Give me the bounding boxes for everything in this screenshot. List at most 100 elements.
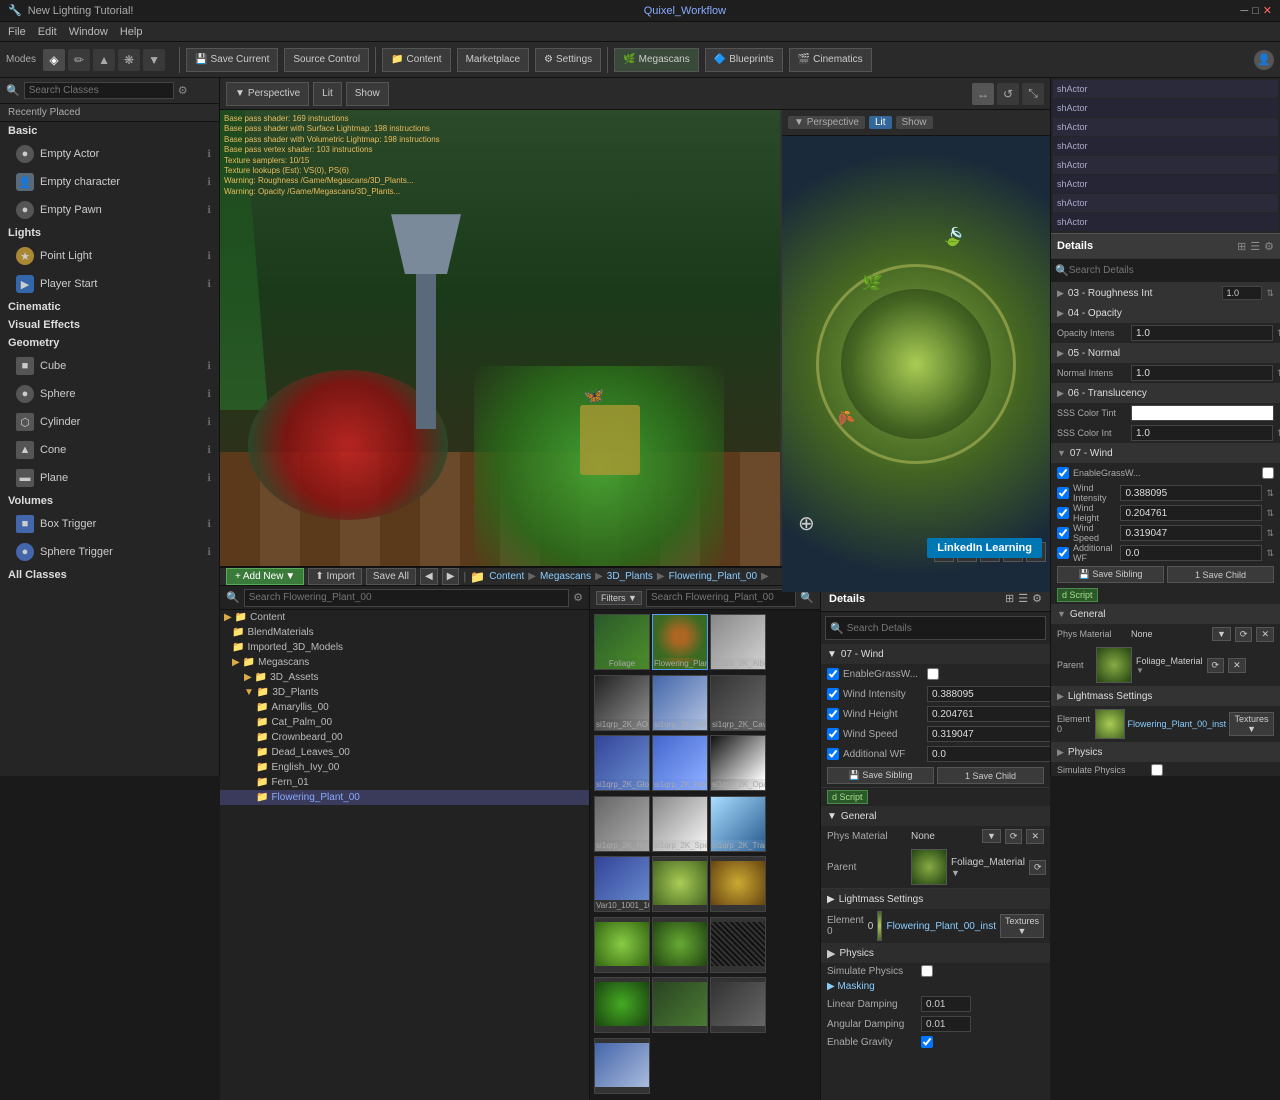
simulate-physics-cb[interactable]	[921, 965, 933, 977]
minimize-btn[interactable]: ─	[1240, 5, 1248, 17]
save-sibling-btn[interactable]: 💾 Save Sibling	[827, 767, 934, 784]
save-current-btn[interactable]: 💾 Save Current	[186, 48, 278, 72]
additional-wf-right-arrows[interactable]: ⇅	[1266, 548, 1274, 559]
physics-right-header[interactable]: ▶ Physics	[1051, 742, 1280, 762]
sss-color-int-input[interactable]	[1131, 425, 1273, 441]
path-megascans[interactable]: Megascans	[540, 571, 591, 582]
phys-material-clear-btn[interactable]: ✕	[1026, 829, 1044, 844]
cylinder-item[interactable]: ⬡ Cylinder ℹ	[0, 408, 219, 436]
all-classes-category[interactable]: All Classes	[0, 566, 219, 584]
cinematic-category[interactable]: Cinematic	[0, 298, 219, 316]
details-grid-view-icon[interactable]: ⊞	[1237, 240, 1246, 253]
sphere-item[interactable]: ● Sphere ℹ	[0, 380, 219, 408]
wind-intensity-right-input[interactable]	[1120, 485, 1262, 501]
menu-edit[interactable]: Edit	[38, 26, 57, 38]
landscape-mode-btn[interactable]: ▲	[93, 49, 115, 71]
tree-fern[interactable]: 📁 Fern_01	[220, 775, 589, 790]
marketplace-btn[interactable]: Marketplace	[457, 48, 529, 72]
enable-gravity-cb[interactable]	[921, 1036, 933, 1048]
element-type-right-btn[interactable]: Textures ▼	[1229, 712, 1274, 736]
wind-speed-input[interactable]	[927, 726, 1050, 742]
tree-content[interactable]: ▶ 📁 Content	[220, 610, 589, 625]
foliage-mode-btn[interactable]: ❋	[118, 49, 140, 71]
secondary-show-btn[interactable]: Show	[896, 116, 933, 129]
parent-browse-right-btn[interactable]: ⟳	[1207, 658, 1225, 673]
details-list-icon[interactable]: ☰	[1018, 592, 1028, 605]
outliner-actor7[interactable]: shActor	[1053, 194, 1278, 212]
scale-btn[interactable]: ⤡	[1022, 83, 1044, 105]
linear-damping-input[interactable]	[921, 996, 971, 1012]
search-settings-icon[interactable]: ⚙	[178, 84, 188, 97]
asset-cavity[interactable]: si1qrp_2K_Cavity	[710, 675, 766, 731]
asset-row2-7[interactable]	[652, 977, 708, 1033]
asset-specular[interactable]: si1qrp_2K_Specular	[652, 796, 708, 852]
tree-flowering[interactable]: 📁 Flowering_Plant_00	[220, 790, 589, 805]
asset-albedo[interactable]: si1qrp_2K_Albedo	[710, 614, 766, 670]
profile-icon[interactable]: 👤	[1254, 50, 1274, 70]
place-mode-btn[interactable]: ◈	[43, 49, 65, 71]
asset-row2-4[interactable]	[652, 917, 708, 973]
path-content[interactable]: Content	[489, 571, 524, 582]
parent-browse-btn[interactable]: ⟳	[1029, 860, 1047, 875]
asset-row2-5[interactable]	[710, 917, 766, 973]
translate-btn[interactable]: ↔	[972, 83, 994, 105]
sphere-trigger-item[interactable]: ● Sphere Trigger ℹ	[0, 538, 219, 566]
parent-clear-right-btn[interactable]: ✕	[1228, 658, 1246, 673]
asset-row2-3[interactable]	[594, 917, 650, 973]
box-trigger-item[interactable]: ■ Box Trigger ℹ	[0, 510, 219, 538]
general-section-header[interactable]: ▼ General	[821, 806, 1050, 826]
opacity-intensity-input[interactable]	[1131, 325, 1273, 341]
empty-character-item[interactable]: 👤 Empty character ℹ	[0, 168, 219, 196]
phys-browse-right-btn[interactable]: ⟳	[1235, 627, 1253, 642]
details-grid-icon[interactable]: ⊞	[1005, 592, 1014, 605]
perspective-dropdown[interactable]: ▼ Perspective	[226, 82, 309, 106]
show-btn[interactable]: Show	[346, 82, 389, 106]
script-badge-right[interactable]: d Script	[1057, 588, 1098, 602]
enable-grasswind-right-cb2[interactable]	[1262, 467, 1274, 479]
blueprints-btn[interactable]: 🔷 Blueprints	[705, 48, 783, 72]
volumes-category[interactable]: Volumes	[0, 492, 219, 510]
asset-ao[interactable]: si1qrp_2K_AO	[594, 675, 650, 731]
wind-intensity-cb[interactable]	[827, 688, 839, 700]
path-3dplants[interactable]: 3D_Plants	[607, 571, 653, 582]
additional-wf-right-input[interactable]	[1120, 545, 1262, 561]
geometry-category[interactable]: Geometry	[0, 334, 219, 352]
wind-intensity-input[interactable]	[927, 686, 1050, 702]
wind-height-right-arrows[interactable]: ⇅	[1266, 508, 1274, 519]
opacity-section-header[interactable]: ▶ 04 - Opacity	[1051, 303, 1280, 323]
wind-speed-right-input[interactable]	[1120, 525, 1262, 541]
player-start-item[interactable]: ▶ Player Start ℹ	[0, 270, 219, 298]
asset-opacity[interactable]: si1qrp_2K_Opacity	[710, 735, 766, 791]
outliner-actor6[interactable]: shActor	[1053, 175, 1278, 193]
empty-actor-item[interactable]: ● Empty Actor ℹ	[0, 140, 219, 168]
tree-megascans[interactable]: ▶ 📁 Megascans	[220, 655, 589, 670]
roughness-arrows-icon[interactable]: ⇅	[1266, 288, 1274, 299]
search-classes-input[interactable]	[24, 82, 174, 99]
point-light-item[interactable]: ★ Point Light ℹ	[0, 242, 219, 270]
simulate-right-cb[interactable]	[1151, 764, 1163, 776]
details-right-search-input[interactable]	[1069, 265, 1276, 276]
tree-blendmaterials[interactable]: 📁 BlendMaterials	[220, 625, 589, 640]
wind-section-header-right[interactable]: ▼ 07 - Wind	[1051, 443, 1280, 463]
sss-color-swatch[interactable]	[1131, 405, 1274, 421]
translucency-section-header[interactable]: ▶ 06 - Translucency	[1051, 383, 1280, 403]
tree-deadleaves[interactable]: 📁 Dead_Leaves_00	[220, 745, 589, 760]
maximize-btn[interactable]: □	[1252, 5, 1259, 17]
content-search-input[interactable]	[244, 589, 569, 607]
tree-imported3d[interactable]: 📁 Imported_3D_Models	[220, 640, 589, 655]
details-filter-icon[interactable]: ⚙	[1032, 592, 1042, 605]
tree-englishivy[interactable]: 📁 English_Ivy_00	[220, 760, 589, 775]
angular-damping-input[interactable]	[921, 1016, 971, 1032]
wind-height-right-input[interactable]	[1120, 505, 1262, 521]
save-sibling-right-btn[interactable]: 💾 Save Sibling	[1057, 566, 1164, 583]
menu-file[interactable]: File	[8, 26, 26, 38]
phys-material-browse-btn[interactable]: ⟳	[1005, 829, 1023, 844]
parent-material-dropdown[interactable]: ▼	[951, 868, 1025, 878]
basic-category[interactable]: Basic	[0, 122, 219, 140]
recently-placed-header[interactable]: Recently Placed	[0, 104, 219, 122]
element-dropdown-btn[interactable]: Textures ▼	[1000, 914, 1044, 938]
asset-translucency[interactable]: si1qrp_2K_Translucency	[710, 796, 766, 852]
menu-help[interactable]: Help	[120, 26, 143, 38]
phys-clear-right-btn[interactable]: ✕	[1256, 627, 1274, 642]
rotate-btn[interactable]: ↺	[997, 83, 1019, 105]
